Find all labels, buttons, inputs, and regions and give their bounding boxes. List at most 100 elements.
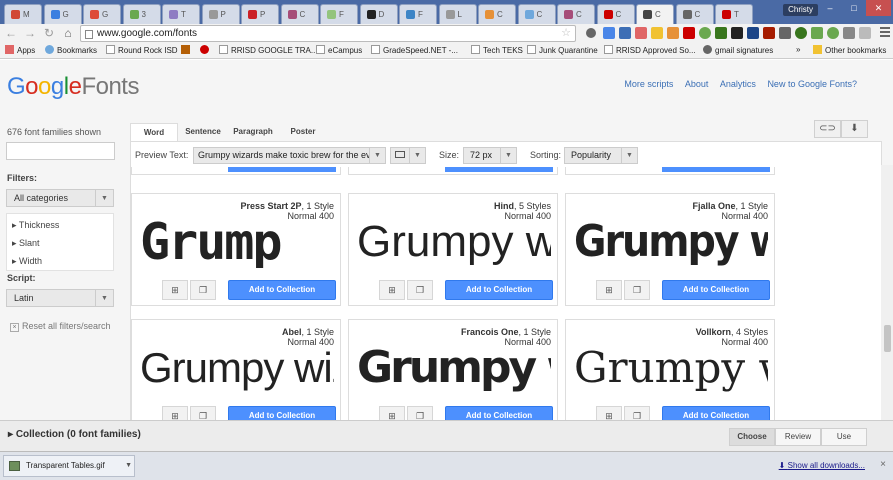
add-to-collection-button[interactable]: Add to Collection <box>445 406 553 420</box>
browser-tab[interactable]: F <box>320 4 358 24</box>
quick-use-icon[interactable]: ⊞ <box>379 280 405 300</box>
link-analytics[interactable]: Analytics <box>720 79 756 89</box>
font-name[interactable]: Francois One <box>461 327 519 337</box>
text-block-select[interactable]: ▼ <box>390 147 426 164</box>
bookmark-rrisd-approved[interactable]: RRISD Approved So... <box>604 45 696 55</box>
back-icon[interactable]: ← <box>4 26 18 40</box>
chrome-menu-icon[interactable] <box>880 27 890 39</box>
script-select[interactable]: Latin ▼ <box>6 289 114 307</box>
home-icon[interactable]: ⌂ <box>61 26 75 40</box>
extension-dots-icon[interactable] <box>586 28 596 38</box>
font-name[interactable]: Abel <box>282 327 302 337</box>
browser-tab[interactable]: M <box>4 4 42 24</box>
search-input[interactable] <box>6 142 115 160</box>
show-all-downloads-link[interactable]: ⬇ Show all downloads... <box>779 461 865 470</box>
pop-out-icon[interactable]: ❐ <box>624 280 650 300</box>
filter-thickness[interactable]: ▸ Thickness <box>12 220 59 231</box>
bookmark-rrisd-google[interactable]: RRISD GOOGLE TRA... <box>219 45 318 55</box>
font-name[interactable]: Vollkorn <box>696 327 731 337</box>
browser-tab[interactable]: C <box>675 4 714 24</box>
font-name[interactable]: Hind <box>494 201 514 211</box>
page-scrollbar[interactable] <box>881 165 893 420</box>
collection-title[interactable]: ▸ Collection (0 font families) <box>8 429 141 440</box>
extension-icon-10[interactable] <box>779 27 791 39</box>
choose-button[interactable]: Choose <box>729 428 775 446</box>
browser-tab[interactable]: P <box>241 4 279 24</box>
quick-use-icon[interactable]: ⊞ <box>379 406 405 420</box>
bookmark-junk-quarantine[interactable]: Junk Quarantine <box>527 45 598 55</box>
browser-tab[interactable]: C <box>557 4 595 24</box>
filter-width[interactable]: ▸ Width <box>12 256 42 267</box>
cloud-extension-icon[interactable] <box>699 27 711 39</box>
download-icon[interactable]: ⬇ <box>841 120 868 138</box>
chevron-down-icon[interactable]: ▼ <box>125 456 132 476</box>
add-to-collection-button[interactable]: Add to Collection <box>228 280 336 300</box>
add-to-collection-button[interactable]: Add to Collection <box>445 280 553 300</box>
add-to-collection-button[interactable]: Add to Collection <box>662 280 770 300</box>
tab-sentence[interactable]: Sentence <box>180 123 226 142</box>
extension-icon-9[interactable] <box>763 27 775 39</box>
bookmark-gmail-signatures[interactable]: gmail signatures <box>703 45 773 55</box>
browser-tab[interactable]: C <box>478 4 516 24</box>
browser-tab[interactable]: C <box>636 4 674 24</box>
browser-tab[interactable]: G <box>83 4 121 24</box>
extension-icon-7[interactable] <box>731 27 743 39</box>
extension-icon-14[interactable] <box>843 27 855 39</box>
extension-icon-8[interactable] <box>747 27 759 39</box>
google-fonts-logo[interactable]: GoogleFonts <box>7 73 139 101</box>
pop-out-icon[interactable]: ❐ <box>190 406 216 420</box>
address-bar[interactable]: www.google.com/fonts ☆ <box>80 25 576 42</box>
font-name[interactable]: Fjalla One <box>692 201 735 211</box>
bookmark-round-rock-isd[interactable]: Round Rock ISD <box>106 45 178 55</box>
scrollbar-thumb[interactable] <box>884 325 891 352</box>
bookmark-gradespeed[interactable]: GradeSpeed.NET -... <box>371 45 458 55</box>
bookmark-apps[interactable]: Apps <box>5 45 35 55</box>
link-more-scripts[interactable]: More scripts <box>624 79 673 89</box>
extension-icon-13[interactable] <box>827 27 839 39</box>
quick-use-icon[interactable]: ⊞ <box>162 406 188 420</box>
minimize-icon[interactable]: – <box>819 0 841 16</box>
category-select[interactable]: All categories ▼ <box>6 189 114 207</box>
browser-tab[interactable]: C <box>596 4 635 24</box>
tab-poster[interactable]: Poster <box>280 123 326 142</box>
review-button[interactable]: Review <box>775 428 821 446</box>
browser-tab[interactable]: F <box>399 4 437 24</box>
download-item[interactable]: Transparent Tables.gif ▼ <box>3 455 135 477</box>
browser-tab[interactable]: C <box>280 4 319 24</box>
browser-tab[interactable]: T <box>715 4 753 24</box>
extension-icon-15[interactable] <box>859 27 871 39</box>
browser-tab[interactable]: P <box>201 4 240 24</box>
extension-icon-12[interactable] <box>811 27 823 39</box>
forward-icon[interactable]: → <box>23 26 37 40</box>
extension-icon-3[interactable] <box>635 27 647 39</box>
bookmark-icon-only[interactable] <box>181 45 193 55</box>
extension-icon-2[interactable] <box>619 27 631 39</box>
extension-icon-4[interactable] <box>651 27 663 39</box>
pop-out-icon[interactable]: ❐ <box>407 280 433 300</box>
extension-icon-11[interactable] <box>795 27 807 39</box>
quick-use-icon[interactable]: ⊞ <box>596 406 622 420</box>
quick-use-icon[interactable]: ⊞ <box>596 280 622 300</box>
link-icon[interactable]: ⊂⊃ <box>814 120 841 138</box>
size-select[interactable]: 72 px ▼ <box>463 147 517 164</box>
bookmark-bookmarks[interactable]: Bookmarks <box>45 45 97 55</box>
extension-icon-5[interactable] <box>683 27 695 39</box>
use-button[interactable]: Use <box>821 428 867 446</box>
pop-out-icon[interactable]: ❐ <box>190 280 216 300</box>
pop-out-icon[interactable]: ❐ <box>407 406 433 420</box>
link-about[interactable]: About <box>685 79 709 89</box>
bookmark-other[interactable]: Other bookmarks <box>813 45 886 55</box>
bookmarks-overflow[interactable]: » <box>796 45 800 54</box>
close-window-icon[interactable]: ✕ <box>866 0 891 16</box>
add-to-collection-button[interactable]: Add to Collection <box>662 406 770 420</box>
tab-word[interactable]: Word <box>130 123 178 142</box>
font-name[interactable]: Press Start 2P <box>240 201 301 211</box>
profile-badge[interactable]: Christy <box>783 4 818 16</box>
browser-tab[interactable]: D <box>359 4 398 24</box>
tab-paragraph[interactable]: Paragraph <box>228 123 278 142</box>
link-new-to-google-fonts[interactable]: New to Google Fonts? <box>767 79 857 89</box>
reload-icon[interactable]: ↻ <box>42 26 56 40</box>
sorting-select[interactable]: Popularity ▼ <box>564 147 638 164</box>
bookmark-icon-only-2[interactable] <box>200 45 212 55</box>
browser-tab[interactable]: C <box>517 4 556 24</box>
